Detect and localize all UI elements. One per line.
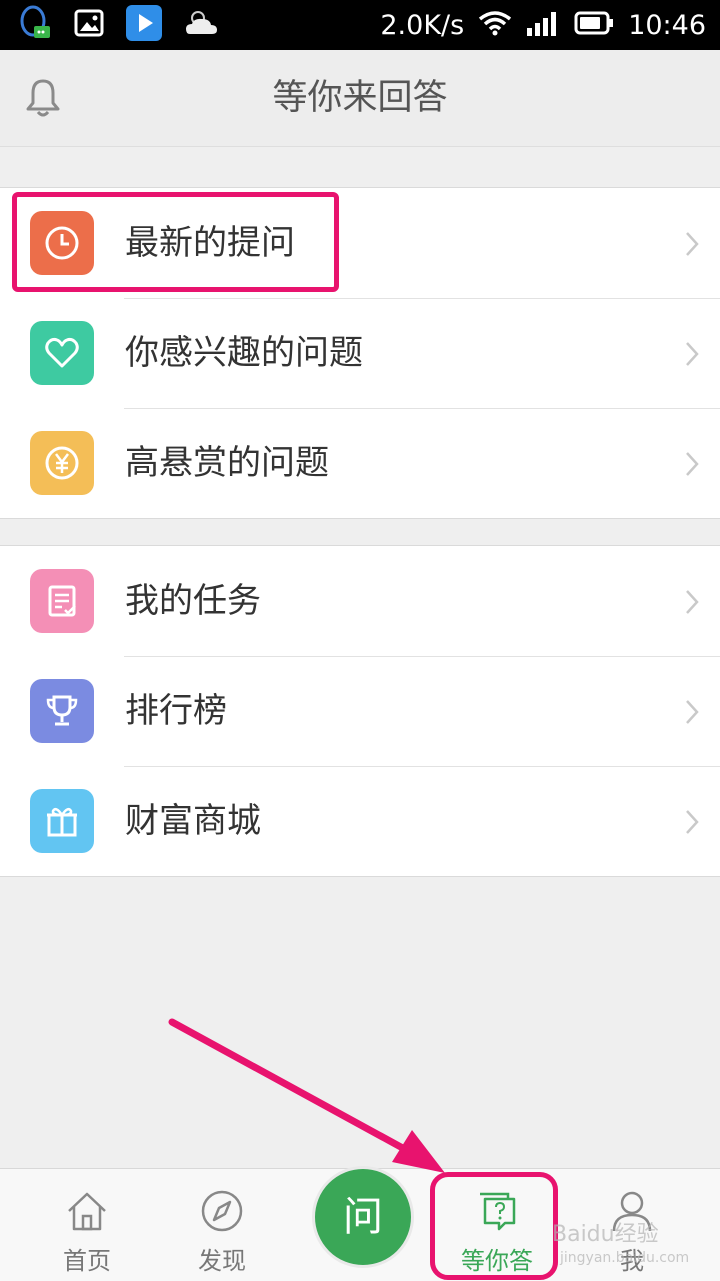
- menu-item-label: 财富商城: [125, 801, 261, 841]
- clock-time: 10:46: [628, 9, 706, 41]
- chevron-right-icon: [686, 700, 699, 724]
- home-icon: [68, 1192, 106, 1231]
- page-title: 等你来回答: [272, 78, 448, 118]
- menu-item-label: 你感兴趣的问题: [125, 333, 363, 373]
- signal-icon: [526, 10, 560, 40]
- chevron-right-icon: [686, 810, 699, 834]
- yen-icon: [30, 431, 94, 495]
- highlight-box-waiting-tab: [430, 1172, 558, 1280]
- tab-discover[interactable]: 发现: [157, 1169, 287, 1281]
- tab-home[interactable]: 首页: [22, 1169, 152, 1281]
- menu-item-high-reward-questions[interactable]: 高悬赏的问题: [0, 408, 720, 518]
- status-bar: 2.0K/s 10:46: [0, 0, 720, 50]
- highlight-box-latest-questions: [12, 192, 339, 292]
- chevron-right-icon: [686, 452, 699, 476]
- app-header: 等你来回答: [0, 50, 720, 147]
- ask-question-button[interactable]: 问: [312, 1166, 414, 1268]
- menu-item-label: 排行榜: [125, 691, 227, 731]
- battery-icon: [574, 11, 614, 39]
- net-speed: 2.0K/s: [380, 9, 465, 41]
- gift-icon: [30, 789, 94, 853]
- menu-item-my-tasks[interactable]: 我的任务: [0, 546, 720, 656]
- chevron-right-icon: [686, 232, 699, 256]
- chevron-right-icon: [686, 590, 699, 614]
- menu-item-interesting-questions[interactable]: 你感兴趣的问题: [0, 298, 720, 408]
- chevron-right-icon: [686, 342, 699, 366]
- menu-item-label: 高悬赏的问题: [125, 443, 329, 483]
- task-list-icon: [30, 569, 94, 633]
- qq-icon: [18, 4, 52, 46]
- menu-item-wealth-mall[interactable]: 财富商城: [0, 766, 720, 876]
- compass-icon: [201, 1190, 243, 1232]
- tab-label: 发现: [198, 1247, 246, 1275]
- weather-icon: [184, 8, 220, 42]
- watermark-logo: Baidu经验: [552, 1222, 659, 1247]
- menu-item-label: 我的任务: [125, 581, 261, 621]
- video-play-icon: [126, 5, 162, 45]
- tab-label: 首页: [63, 1247, 111, 1275]
- wifi-icon: [478, 10, 512, 40]
- gallery-icon: [74, 9, 104, 41]
- menu-item-leaderboard[interactable]: 排行榜: [0, 656, 720, 766]
- trophy-icon: [30, 679, 94, 743]
- watermark-url: jingyan.baidu.com: [560, 1250, 690, 1266]
- menu-group-account: 我的任务 排行榜 财富商城: [0, 545, 720, 877]
- heart-icon: [30, 321, 94, 385]
